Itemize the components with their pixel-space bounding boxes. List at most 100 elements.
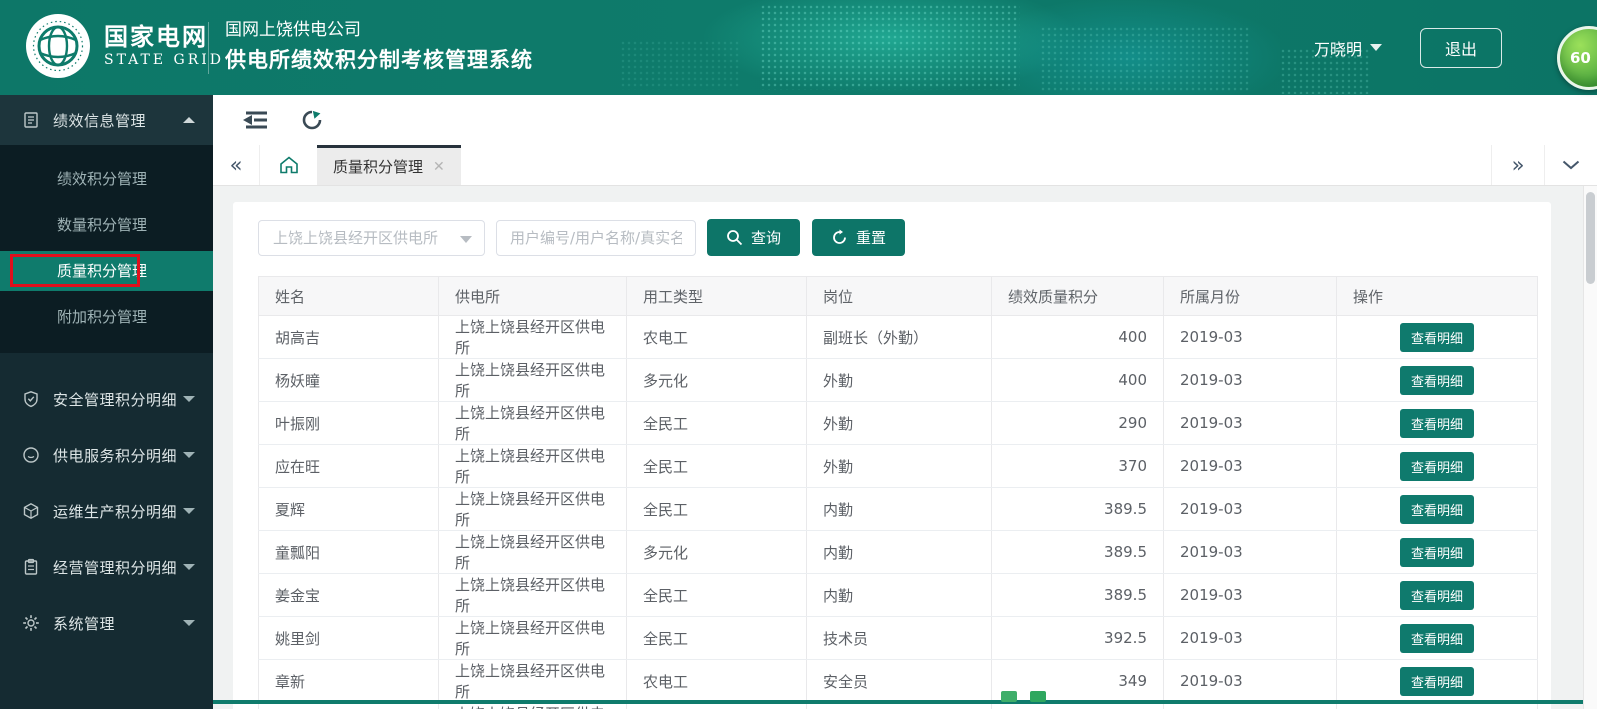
- company-name: 国网上饶供电公司: [225, 20, 361, 40]
- sidebar-subitem-performance-points[interactable]: 绩效积分管理: [0, 159, 213, 199]
- sidebar-item-performance-info[interactable]: 绩效信息管理: [0, 95, 213, 145]
- cell-post: 安全员: [806, 659, 992, 703]
- user-menu[interactable]: 万晓明: [1314, 36, 1382, 60]
- collapse-sidebar-button[interactable]: [240, 105, 270, 135]
- content-area: 上饶上饶县经开区供电所 查询: [213, 187, 1597, 709]
- system-title: 供电所绩效积分制考核管理系统: [225, 47, 533, 72]
- cell-month: 2019-03: [1163, 659, 1337, 703]
- brand-block: 国家电网 STATE GRID: [26, 14, 224, 78]
- cell-post: 内勤: [806, 530, 992, 574]
- gear-icon: [23, 615, 39, 631]
- cell-score: 400: [991, 358, 1164, 402]
- query-button[interactable]: 查询: [707, 219, 801, 256]
- header-dot-pattern: [760, 4, 1020, 90]
- brand-name-cn: 国家电网: [104, 23, 208, 52]
- cell-action: 查看明细: [1336, 401, 1538, 445]
- scrollbar-track[interactable]: [1583, 186, 1597, 709]
- tab-quality-points[interactable]: 质量积分管理 ✕: [317, 145, 461, 185]
- cell-name: 叶振刚: [258, 401, 439, 445]
- cell-score: 392.5: [991, 616, 1164, 660]
- tabs-collapse-button[interactable]: [1544, 145, 1597, 185]
- table-row: 童瓢阳 上饶上饶县经开区供电所 多元化 内勤 389.5 2019-03 查看明…: [258, 530, 1538, 574]
- chevron-down-icon: [183, 620, 195, 626]
- col-header-month: 所属月份: [1163, 276, 1337, 316]
- cell-action: 查看明细: [1336, 358, 1538, 402]
- top-toolbar: [213, 95, 1597, 145]
- table-row: 章新 上饶上饶县经开区供电所 农电工 安全员 349 2019-03 查看明细: [258, 659, 1538, 703]
- pagination-fragment-icon: [1030, 691, 1046, 702]
- cell-station: 上饶上饶县经开区供电所: [438, 573, 627, 617]
- cell-type: 全民工: [626, 616, 807, 660]
- cell-name: 夏辉: [258, 487, 439, 531]
- sidebar-subitem-additional-points[interactable]: 附加积分管理: [0, 297, 213, 337]
- cell-type: 全民工: [626, 401, 807, 445]
- table-row: 叶振刚 上饶上饶县经开区供电所 全民工 外勤 290 2019-03 查看明细: [258, 401, 1538, 445]
- shield-check-icon: [24, 391, 38, 408]
- view-detail-button[interactable]: 查看明细: [1399, 408, 1474, 438]
- cell-post: 内勤: [806, 487, 992, 531]
- cell-post: 外勤: [806, 444, 992, 488]
- cell-post: 内勤: [806, 573, 992, 617]
- cell-type: 全民工: [626, 573, 807, 617]
- chevron-down-icon: [183, 564, 195, 570]
- view-detail-button[interactable]: 查看明细: [1399, 365, 1474, 395]
- cell-station: 上饶上饶县经开区供电所: [438, 659, 627, 703]
- logout-button[interactable]: 退出: [1419, 27, 1502, 68]
- cell-action: 查看明细: [1336, 487, 1538, 531]
- cell-type: 全民工: [626, 444, 807, 488]
- app-header: 国家电网 STATE GRID 国网上饶供电公司 供电所绩效积分制考核管理系统 …: [0, 0, 1597, 95]
- cell-action: 查看明细: [1336, 444, 1538, 488]
- view-detail-button[interactable]: 查看明细: [1399, 322, 1474, 352]
- quality-points-panel: 上饶上饶县经开区供电所 查询: [233, 202, 1551, 709]
- performance-submenu: 绩效积分管理 数量积分管理 质量积分管理 附加积分管理: [0, 145, 213, 353]
- sidebar-item-power-service-detail[interactable]: 供电服务积分明细: [0, 427, 213, 483]
- cell-score: 389.5: [991, 530, 1164, 574]
- sidebar-item-system-management[interactable]: 系统管理: [0, 595, 213, 651]
- sidebar-subitem-quality-points[interactable]: 质量积分管理: [0, 251, 213, 291]
- cell-type: 全民工: [626, 487, 807, 531]
- tabs-scroll-right-button[interactable]: »: [1491, 145, 1544, 185]
- caret-down-icon: [1369, 44, 1382, 51]
- header-dot-pattern: [620, 40, 740, 90]
- view-detail-button[interactable]: 查看明细: [1399, 451, 1474, 481]
- cell-type: 农电工: [626, 659, 807, 703]
- station-select[interactable]: 上饶上饶县经开区供电所: [258, 219, 485, 256]
- globe-emblem-icon: [32, 20, 84, 72]
- sidebar-item-operations-detail[interactable]: 运维生产积分明细: [0, 483, 213, 539]
- reset-button[interactable]: 重置: [812, 219, 906, 256]
- cell-month: 2019-03: [1163, 358, 1337, 402]
- scrollbar-thumb[interactable]: [1586, 192, 1595, 284]
- col-header-post: 岗位: [806, 276, 992, 316]
- cell-post: 副班长（外勤）: [806, 315, 992, 359]
- sidebar-item-label: 系统管理: [53, 614, 116, 633]
- cell-score: 389.5: [991, 487, 1164, 531]
- sidebar-item-safety-detail[interactable]: 安全管理积分明细: [0, 371, 213, 427]
- view-detail-button[interactable]: 查看明细: [1399, 666, 1474, 696]
- table-body: 胡高吉 上饶上饶县经开区供电所 农电工 副班长（外勤） 400 2019-03 …: [258, 315, 1538, 709]
- home-tab[interactable]: [260, 145, 317, 185]
- tab-close-icon[interactable]: ✕: [433, 159, 445, 175]
- table-row: 杨妖瞳 上饶上饶县经开区供电所 多元化 外勤 400 2019-03 查看明细: [258, 358, 1538, 402]
- score-ball-widget[interactable]: 60: [1557, 26, 1597, 90]
- view-detail-button[interactable]: 查看明细: [1399, 580, 1474, 610]
- sidebar-item-business-detail[interactable]: 经营管理积分明细: [0, 539, 213, 595]
- table-row: 夏辉 上饶上饶县经开区供电所 全民工 内勤 389.5 2019-03 查看明细: [258, 487, 1538, 531]
- cell-station: 上饶上饶县经开区供电所: [438, 530, 627, 574]
- view-detail-button[interactable]: 查看明细: [1399, 537, 1474, 567]
- col-header-type: 用工类型: [626, 276, 807, 316]
- view-detail-button[interactable]: 查看明细: [1399, 494, 1474, 524]
- chevron-down-icon: [1562, 160, 1580, 170]
- header-tech-glow: [980, 0, 1280, 95]
- refresh-page-button[interactable]: [297, 105, 327, 135]
- keyword-input[interactable]: [496, 219, 696, 256]
- sidebar-subitem-quantity-points[interactable]: 数量积分管理: [0, 205, 213, 245]
- tabs-scroll-left-button[interactable]: «: [213, 145, 260, 185]
- home-icon: [279, 156, 298, 174]
- cell-action: 查看明细: [1336, 616, 1538, 660]
- cell-name: 胡高吉: [258, 315, 439, 359]
- cell-month: 2019-03: [1163, 444, 1337, 488]
- view-detail-button[interactable]: 查看明细: [1399, 623, 1474, 653]
- cell-type: 多元化: [626, 530, 807, 574]
- score-ball-value: 60: [1570, 49, 1591, 67]
- col-header-action: 操作: [1336, 276, 1538, 316]
